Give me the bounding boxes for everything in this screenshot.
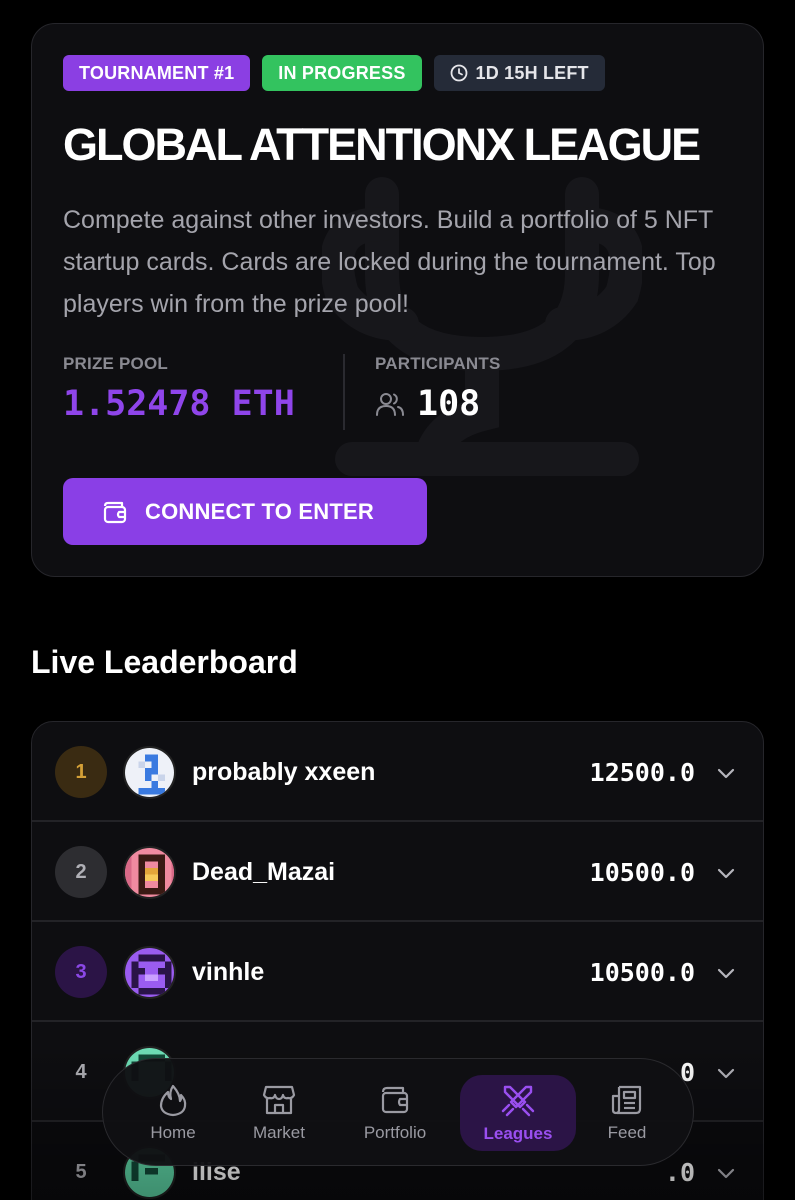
- badge-row: TOURNAMENT #1 IN PROGRESS 1D 15H LEFT: [63, 55, 605, 91]
- time-left-text: 1D 15H LEFT: [475, 62, 589, 83]
- tournament-title: GLOBAL ATTENTIONX LEAGUE: [63, 119, 701, 170]
- nav-feed[interactable]: Feed: [572, 1075, 682, 1151]
- player-name: Dead_Mazai: [192, 858, 336, 886]
- prize-pool-value: 1.52478 ETH: [63, 384, 295, 424]
- stat-divider: [343, 354, 345, 430]
- player-name: probably xxeen: [192, 758, 376, 786]
- newspaper-icon: [611, 1085, 642, 1115]
- users-icon: [376, 393, 404, 416]
- tournament-card: TOURNAMENT #1 IN PROGRESS 1D 15H LEFT GL…: [31, 23, 764, 577]
- nav-leagues[interactable]: Leagues: [460, 1075, 576, 1151]
- rank-badge: 5: [75, 1160, 87, 1183]
- prize-pool: PRIZE POOL 1.52478 ETH: [63, 354, 295, 424]
- time-left-badge: 1D 15H LEFT: [433, 55, 605, 91]
- avatar: [123, 846, 176, 899]
- player-score: 10500.0: [589, 858, 695, 887]
- tournament-description: Compete against other investors. Build a…: [63, 206, 716, 318]
- player-score: 12500.0: [589, 758, 695, 787]
- tournament-number-badge: TOURNAMENT #1: [63, 55, 251, 91]
- nav-portfolio[interactable]: Portfolio: [340, 1075, 450, 1151]
- flame-icon: [159, 1084, 187, 1117]
- avatar: [123, 746, 176, 799]
- nav-market[interactable]: Market: [224, 1075, 334, 1151]
- nav-home[interactable]: Home: [118, 1075, 228, 1151]
- wallet-icon: [381, 1086, 409, 1114]
- clock-icon: [450, 64, 467, 82]
- participants-value: 108: [417, 384, 481, 424]
- player-score: 10500.0: [589, 958, 695, 987]
- chevron-down-icon[interactable]: [715, 862, 737, 884]
- prize-pool-label: PRIZE POOL: [63, 354, 168, 373]
- rank-badge: 2: [55, 846, 107, 898]
- nav-leagues-label: Leagues: [483, 1124, 553, 1143]
- chevron-down-icon[interactable]: [715, 1062, 737, 1084]
- nav-market-label: Market: [253, 1123, 305, 1142]
- participants: PARTICIPANTS 108: [375, 354, 501, 424]
- connect-button-label: CONNECT TO ENTER: [145, 498, 374, 524]
- chevron-down-icon[interactable]: [715, 1162, 737, 1184]
- crossed-swords-icon: [501, 1085, 535, 1117]
- nav-home-label: Home: [150, 1123, 196, 1142]
- rank-badge: 4: [75, 1060, 87, 1083]
- leaderboard-row[interactable]: 2 Dead_Mazai 10500.0: [32, 822, 763, 922]
- leaderboard-row[interactable]: 3 vinhle 10500.0: [32, 922, 763, 1022]
- leaderboard-title: Live Leaderboard: [31, 644, 298, 680]
- rank-badge: 3: [55, 946, 107, 998]
- store-icon: [262, 1085, 296, 1115]
- connect-to-enter-button[interactable]: CONNECT TO ENTER: [63, 478, 427, 545]
- bottom-nav: Home Market Portfolio Leagues Feed: [102, 1058, 694, 1166]
- player-score: .0: [664, 1158, 695, 1187]
- chevron-down-icon[interactable]: [715, 762, 737, 784]
- chevron-down-icon[interactable]: [715, 962, 737, 984]
- nav-portfolio-label: Portfolio: [363, 1123, 427, 1142]
- rank-badge: 1: [55, 746, 107, 798]
- participants-label: PARTICIPANTS: [375, 354, 501, 373]
- player-name: vinhle: [192, 958, 265, 986]
- avatar: [123, 946, 176, 999]
- leaderboard-row[interactable]: 1 probably xxeen 12500.0: [32, 722, 763, 822]
- status-badge: IN PROGRESS: [262, 55, 422, 91]
- wallet-icon: [103, 501, 127, 523]
- nav-feed-label: Feed: [607, 1123, 647, 1142]
